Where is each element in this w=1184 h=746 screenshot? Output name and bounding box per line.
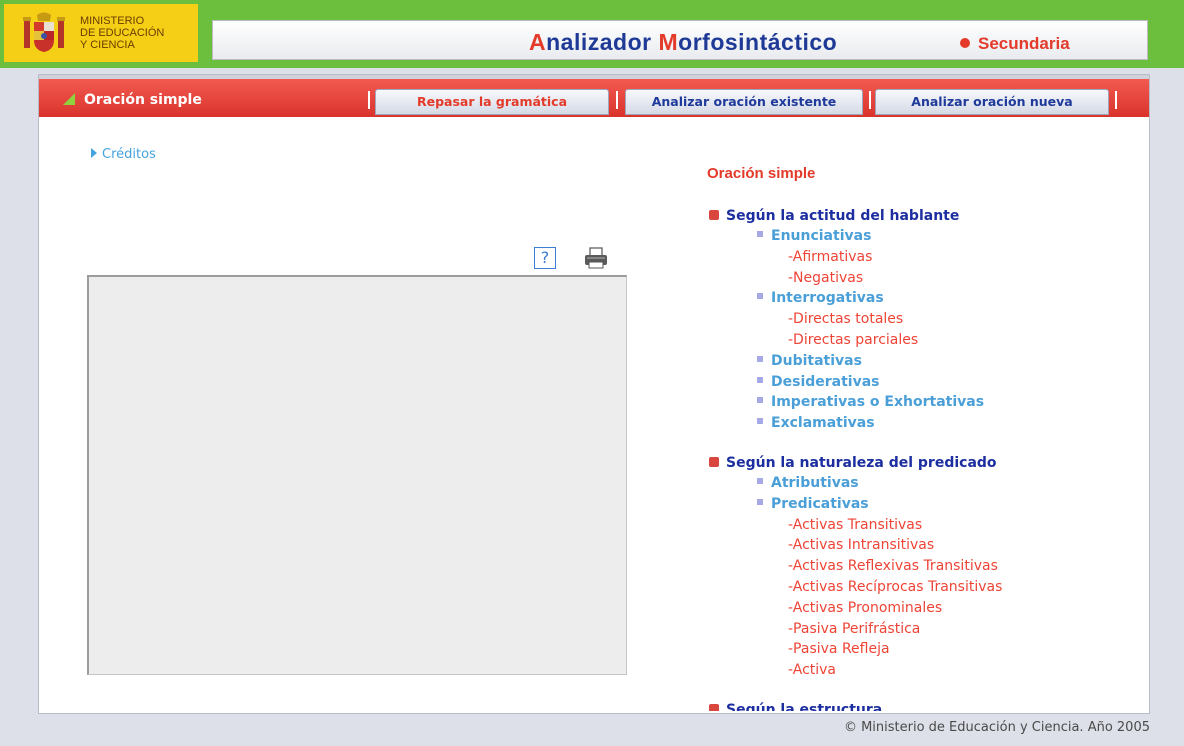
review-grammar-button[interactable]: Repasar la gramática xyxy=(375,89,609,115)
tree-leaf[interactable]: -Activas Intransitivas xyxy=(788,535,1147,556)
current-section-label: Oración simple xyxy=(84,92,202,108)
bullet-dot-icon xyxy=(960,38,970,48)
main-panel: Oración simple Repasar la gramática Anal… xyxy=(38,74,1150,714)
help-icon[interactable]: ? xyxy=(534,247,556,269)
tree-item[interactable]: Exclamativas xyxy=(757,413,1147,434)
nav-separator xyxy=(869,91,871,109)
tree-item-label: Desiderativas xyxy=(771,373,880,390)
ministry-logo: MINISTERIO DE EDUCACIÓN Y CIENCIA xyxy=(4,4,198,62)
small-square-bullet-icon xyxy=(757,355,763,362)
analyze-new-button[interactable]: Analizar oración nueva xyxy=(875,89,1109,115)
tree-leaf[interactable]: -Activas Recíprocas Transitivas xyxy=(788,577,1147,598)
app-title: Analizador Morfosintáctico xyxy=(529,29,837,56)
tree-item-label: Dubitativas xyxy=(771,352,862,369)
small-square-bullet-icon xyxy=(757,477,763,484)
small-square-bullet-icon xyxy=(757,293,763,300)
tree-leaf[interactable]: -Activas Reflexivas Transitivas xyxy=(788,556,1147,577)
section-label: Según la naturaleza del predicado xyxy=(726,454,997,471)
section-label: Según la estructura xyxy=(726,701,883,711)
tree-leaf[interactable]: -Activas Pronominales xyxy=(788,598,1147,619)
tree-item-label: Predicativas xyxy=(771,495,869,512)
tree-item[interactable]: Interrogativas xyxy=(757,288,1147,309)
ministry-line: MINISTERIO xyxy=(80,15,145,27)
small-square-bullet-icon xyxy=(757,231,763,237)
coat-of-arms-icon xyxy=(23,12,65,52)
tree-item[interactable]: Predicativas xyxy=(757,494,1147,515)
tree-leaf[interactable]: -Pasiva Refleja xyxy=(788,639,1147,660)
app-title-word: nalizador xyxy=(546,29,659,55)
tree-leaf[interactable]: -Activa xyxy=(788,660,1147,681)
small-square-bullet-icon xyxy=(757,498,763,505)
ministry-line: DE EDUCACIÓN xyxy=(80,27,165,39)
credits-link[interactable]: Créditos xyxy=(91,147,156,162)
nav-separator xyxy=(616,91,618,109)
level-text: Secundaria xyxy=(978,34,1070,53)
play-arrow-icon xyxy=(91,148,97,158)
tree-leaf[interactable]: -Directas parciales xyxy=(788,330,1147,351)
app-title-word: orfosintáctico xyxy=(678,29,838,55)
sentence-display-area[interactable] xyxy=(87,275,627,675)
header-bar: MINISTERIO DE EDUCACIÓN Y CIENCIA Analiz… xyxy=(0,0,1184,68)
tree-item[interactable]: Imperativas o Exhortativas xyxy=(757,392,1147,413)
nav-separator xyxy=(1115,91,1117,109)
current-section: Oración simple xyxy=(63,92,202,108)
nav-separator xyxy=(368,91,370,109)
nav-bar: Oración simple Repasar la gramática Anal… xyxy=(39,75,1149,117)
section-heading[interactable]: Según la actitud del hablante xyxy=(707,206,1147,226)
tree-item[interactable]: Enunciativas xyxy=(757,226,1147,247)
credits-label: Créditos xyxy=(102,147,156,162)
tree-item-label: Enunciativas xyxy=(771,228,872,244)
tree-item-label: Interrogativas xyxy=(771,290,884,307)
sentence-types-tree: Oración simple Según la actitud del habl… xyxy=(707,163,1147,711)
analyze-existing-button[interactable]: Analizar oración existente xyxy=(625,89,863,115)
section-heading[interactable]: Según la naturaleza del predicado xyxy=(707,453,1147,473)
square-bullet-icon xyxy=(709,456,719,467)
tree-section: Según la estructura xyxy=(707,700,1147,711)
tree-item[interactable]: Desiderativas xyxy=(757,372,1147,393)
corner-triangle-icon xyxy=(63,93,75,105)
square-bullet-icon xyxy=(709,703,719,711)
title-banner: Analizador Morfosintáctico Secundaria xyxy=(212,20,1148,60)
level-label: Secundaria xyxy=(960,34,1070,54)
copyright-footer: © Ministerio de Educación y Ciencia. Año… xyxy=(843,720,1150,735)
section-heading[interactable]: Según la estructura xyxy=(707,700,1147,711)
tree-leaf[interactable]: -Pasiva Perifrástica xyxy=(788,619,1147,640)
small-square-bullet-icon xyxy=(757,376,763,383)
tree-item-label: Exclamativas xyxy=(771,415,875,432)
printer-icon[interactable] xyxy=(583,246,609,270)
tree-section: Según la actitud del hablante Enunciativ… xyxy=(707,206,1147,434)
small-square-bullet-icon xyxy=(757,397,763,404)
tree-item[interactable]: Dubitativas xyxy=(757,351,1147,372)
ministry-name: MINISTERIO DE EDUCACIÓN Y CIENCIA xyxy=(80,15,164,51)
small-square-bullet-icon xyxy=(757,418,763,425)
tree-item-label: Imperativas o Exhortativas xyxy=(771,394,985,411)
tree-leaf[interactable]: -Negativas xyxy=(788,268,1147,289)
section-label: Según la actitud del hablante xyxy=(726,208,960,224)
tree-title: Oración simple xyxy=(707,165,816,182)
tree-section: Según la naturaleza del predicado Atribu… xyxy=(707,453,1147,681)
app-title-initial: M xyxy=(658,29,679,55)
tree-item-label: Atributivas xyxy=(771,474,859,491)
tree-leaf[interactable]: -Directas totales xyxy=(788,309,1147,330)
tree-leaf[interactable]: -Afirmativas xyxy=(788,247,1147,268)
tree-leaf[interactable]: -Activas Transitivas xyxy=(788,515,1147,536)
ministry-line: Y CIENCIA xyxy=(80,39,135,51)
tree-item[interactable]: Atributivas xyxy=(757,473,1147,494)
app-title-initial: A xyxy=(529,29,547,55)
square-bullet-icon xyxy=(709,210,719,220)
